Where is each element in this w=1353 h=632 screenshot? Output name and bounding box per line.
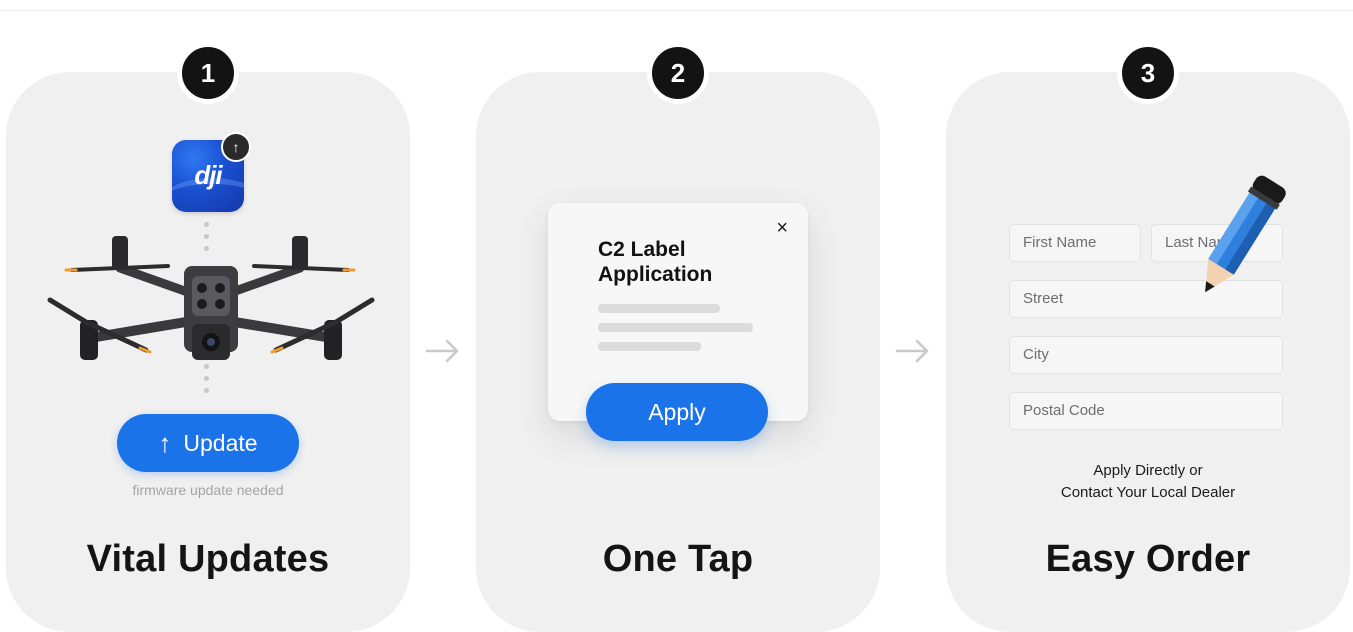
- step-title: Easy Order: [1045, 538, 1251, 580]
- footnote-line-2: Contact Your Local Dealer: [1060, 484, 1236, 501]
- placeholder-line: [598, 342, 701, 351]
- close-icon[interactable]: ×: [776, 217, 788, 240]
- step-card-easy-order: 3 First Name Last Name Street City Posta…: [946, 42, 1350, 632]
- city-field[interactable]: City: [1009, 336, 1283, 374]
- right-arrow-icon: [425, 339, 459, 363]
- footnote-line-1: Apply Directly or: [1093, 462, 1203, 479]
- right-arrow-icon: [895, 339, 929, 363]
- first-name-field[interactable]: First Name: [1009, 224, 1141, 262]
- dji-logo: dji: [194, 160, 222, 190]
- top-divider: [0, 10, 1353, 11]
- placeholder-line: [598, 304, 720, 313]
- upload-arrow-icon: ↑: [221, 132, 251, 162]
- step-card-vital-updates: 1 dji ↑ ↑ Update firmware update needed …: [6, 42, 410, 632]
- update-button[interactable]: ↑ Update: [117, 414, 299, 472]
- step-number-badge: 1: [177, 42, 239, 104]
- step-card-one-tap: 2 × C2 Label Application Apply One Tap: [476, 42, 880, 632]
- apply-button[interactable]: Apply: [586, 383, 768, 441]
- step-number-badge: 2: [647, 42, 709, 104]
- step-number-badge: 3: [1117, 42, 1179, 104]
- dialog-title: C2 Label Application: [598, 238, 713, 286]
- pencil-icon: [1205, 175, 1286, 293]
- step-title: Vital Updates: [86, 538, 330, 580]
- update-button-label: Update: [183, 429, 258, 456]
- connector-dots-bottom: [204, 364, 210, 400]
- step-title: One Tap: [602, 538, 754, 580]
- drone-icon: [47, 236, 375, 360]
- placeholder-line: [598, 323, 753, 332]
- update-note: firmware update needed: [132, 482, 284, 498]
- order-footnote: Apply Directly or Contact Your Local Dea…: [946, 460, 1350, 504]
- postal-code-field[interactable]: Postal Code: [1009, 392, 1283, 430]
- arrow-up-icon: ↑: [158, 427, 172, 458]
